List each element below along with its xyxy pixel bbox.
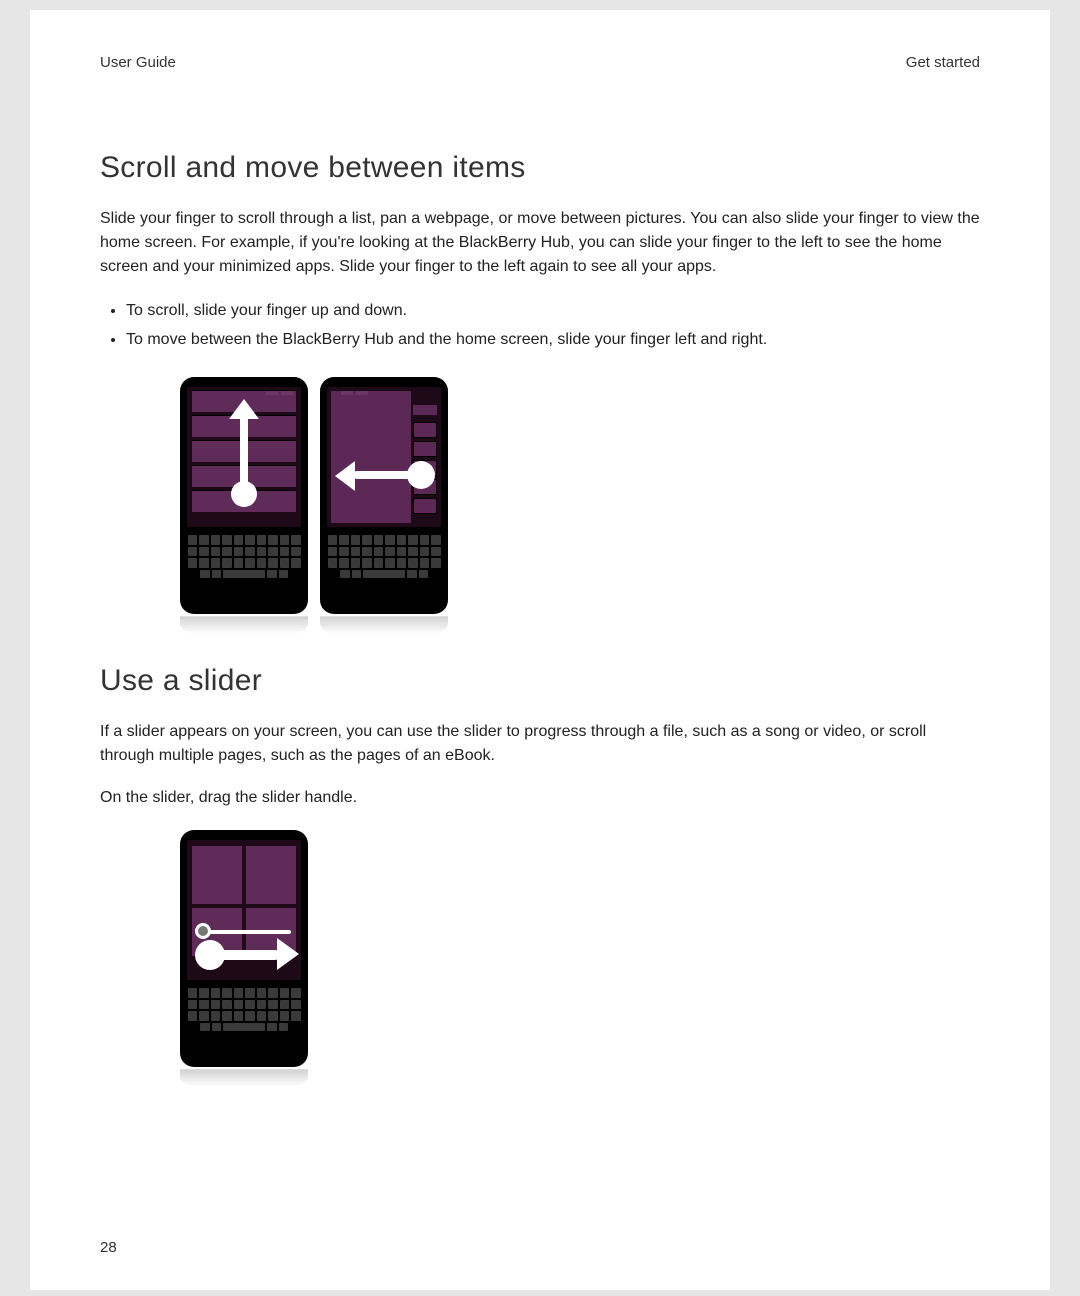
device-screen [327, 387, 441, 527]
section2-instruction: On the slider, drag the slider handle. [100, 786, 980, 810]
device-illustration-scroll [180, 377, 308, 614]
bullet-item: To move between the BlackBerry Hub and t… [126, 326, 980, 353]
slider-track-icon [197, 930, 291, 934]
header-right: Get started [906, 54, 980, 71]
device-keyboard [187, 988, 301, 1031]
section2-intro: If a slider appears on your screen, you … [100, 720, 980, 768]
device-illustration-slider [180, 830, 308, 1067]
device-screen [187, 840, 301, 980]
section-title-scroll: Scroll and move between items [100, 151, 980, 185]
figure-scroll-pan [180, 377, 980, 614]
page: User Guide Get started Scroll and move b… [30, 10, 1050, 1290]
device-screen [187, 387, 301, 527]
page-number: 28 [100, 1239, 117, 1256]
section1-bullets: To scroll, slide your finger up and down… [112, 297, 980, 353]
figure-slider [180, 830, 980, 1067]
section-title-slider: Use a slider [100, 664, 980, 698]
bullet-item: To scroll, slide your finger up and down… [126, 297, 980, 324]
device-keyboard [327, 535, 441, 578]
device-illustration-pan [320, 377, 448, 614]
running-header: User Guide Get started [100, 54, 980, 71]
header-left: User Guide [100, 54, 176, 71]
section1-intro: Slide your finger to scroll through a li… [100, 207, 980, 279]
device-keyboard [187, 535, 301, 578]
